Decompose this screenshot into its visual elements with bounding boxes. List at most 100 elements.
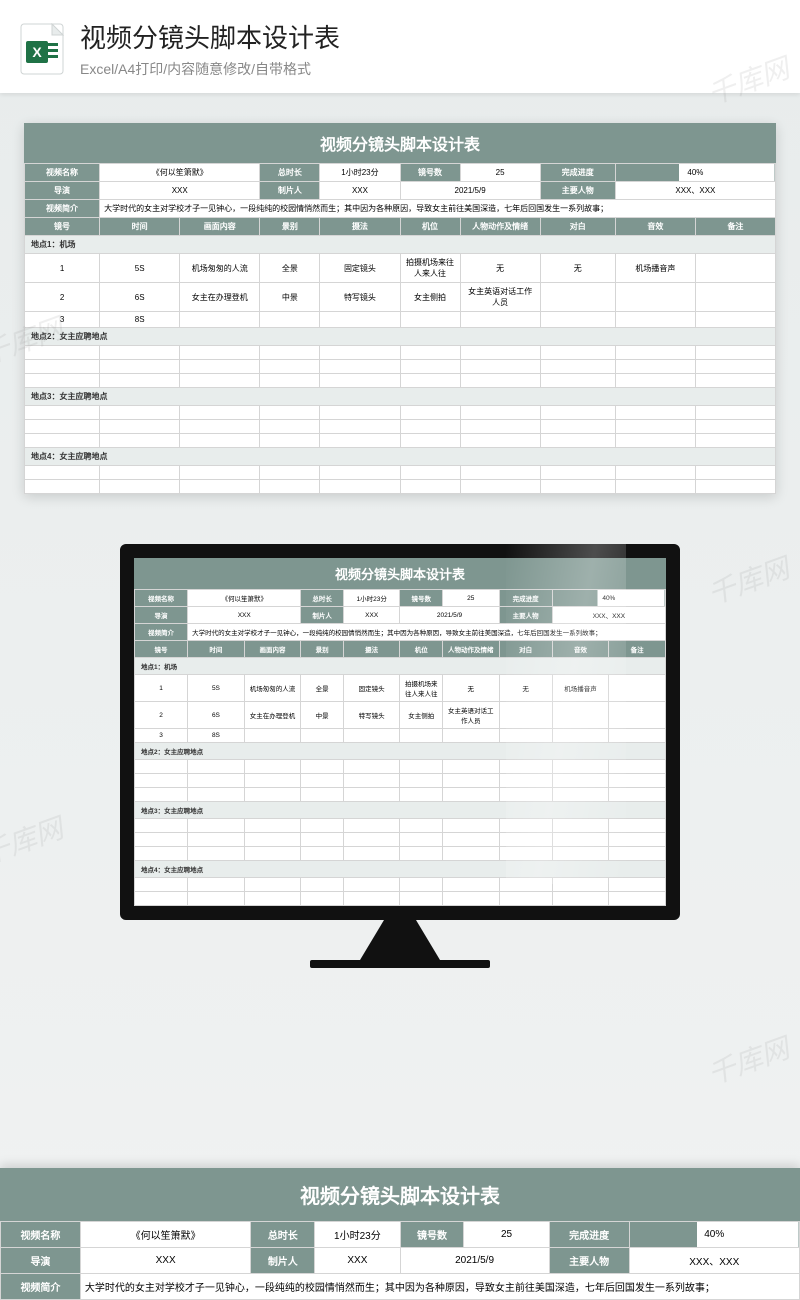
cell	[135, 878, 188, 892]
cell	[615, 374, 695, 388]
cell	[301, 878, 343, 892]
cell: 中景	[260, 283, 320, 312]
value-producer: XXX	[343, 607, 400, 624]
cell	[442, 847, 499, 861]
value-synopsis: 大学时代的女主对学校才子一见钟心，一段纯纯的校园情悄然而生；其中因为各种原因，导…	[188, 624, 666, 641]
cell	[460, 346, 540, 360]
value-duration: 1小时23分	[315, 1222, 400, 1248]
cell	[301, 774, 343, 788]
cell	[260, 480, 320, 494]
value-date: 2021/5/9	[400, 182, 540, 200]
cell	[615, 466, 695, 480]
cell: 机场播音声	[615, 254, 695, 283]
value-progress: 40%	[615, 164, 775, 182]
cell: 女主在办理登机	[180, 283, 260, 312]
page-title: 视频分镜头脚本设计表	[80, 18, 340, 55]
value-video-name: 《何以笙箫默》	[100, 164, 260, 182]
col-header: 对白	[499, 641, 552, 658]
cell: 拍摄机场来往人来人往	[400, 254, 460, 283]
cell	[540, 466, 615, 480]
cell	[260, 434, 320, 448]
cell: 固定镜头	[320, 254, 400, 283]
cell	[540, 312, 615, 328]
cell	[100, 374, 180, 388]
cell	[343, 760, 400, 774]
cell	[400, 847, 442, 861]
cell	[343, 878, 400, 892]
cell: 拍摄机场来往人来人往	[400, 675, 442, 702]
cell	[540, 346, 615, 360]
label-progress: 完成进度	[499, 590, 552, 607]
cell	[499, 819, 552, 833]
cell	[400, 833, 442, 847]
cell	[320, 406, 400, 420]
cell	[499, 760, 552, 774]
col-header: 机位	[400, 641, 442, 658]
cell	[400, 420, 460, 434]
cell	[609, 774, 666, 788]
cell	[400, 878, 442, 892]
cell: 1	[25, 254, 100, 283]
value-synopsis: 大学时代的女主对学校才子一见钟心，一段纯纯的校园情悄然而生；其中因为各种原因，导…	[80, 1274, 799, 1300]
cell	[343, 774, 400, 788]
cell	[188, 760, 245, 774]
value-producer: XXX	[320, 182, 400, 200]
cell	[301, 892, 343, 906]
cell	[320, 374, 400, 388]
cell	[442, 833, 499, 847]
col-header: 摄法	[320, 218, 400, 236]
cell: 无	[540, 254, 615, 283]
cell	[552, 760, 609, 774]
cell	[180, 360, 260, 374]
cell	[609, 702, 666, 729]
cell: 全景	[260, 254, 320, 283]
cell	[25, 346, 100, 360]
cell	[244, 819, 301, 833]
cell	[400, 480, 460, 494]
label-synopsis: 视频简介	[1, 1274, 81, 1300]
cell: 机场匆匆的人流	[180, 254, 260, 283]
cell	[180, 420, 260, 434]
cell	[615, 312, 695, 328]
value-main-char: XXX、XXX	[615, 182, 775, 200]
col-header: 人物动作及情绪	[460, 218, 540, 236]
cell: 5S	[188, 675, 245, 702]
value-director: XXX	[188, 607, 301, 624]
label-director: 导演	[1, 1248, 81, 1274]
cell	[244, 878, 301, 892]
cell	[460, 406, 540, 420]
cell	[244, 833, 301, 847]
cell	[499, 702, 552, 729]
section-label: 地点1：机场	[135, 658, 666, 675]
cell	[400, 434, 460, 448]
cell	[460, 360, 540, 374]
cell	[343, 833, 400, 847]
cell: 8S	[188, 729, 245, 743]
cell	[100, 360, 180, 374]
label-director: 导演	[135, 607, 188, 624]
cell	[188, 892, 245, 906]
cell	[343, 847, 400, 861]
cell: 中景	[301, 702, 343, 729]
cell	[100, 480, 180, 494]
cell: 女主侧拍	[400, 283, 460, 312]
cell	[552, 729, 609, 743]
cell	[460, 312, 540, 328]
cell	[695, 254, 775, 283]
value-main-char: XXX、XXX	[629, 1248, 799, 1274]
value-progress: 40%	[552, 590, 665, 607]
cell	[400, 466, 460, 480]
label-shot-count: 镜号数	[400, 590, 442, 607]
meta-table-bottom: 视频名称 《何以笙箫默》 总时长 1小时23分 镜号数 25 完成进度 40% …	[0, 1221, 800, 1300]
col-header: 画面内容	[180, 218, 260, 236]
cell	[540, 374, 615, 388]
cell	[615, 360, 695, 374]
sheet-preview-monitor: 视频分镜头脚本设计表 视频名称 《何以笙箫默》 总时长 1小时23分 镜号数 2…	[134, 558, 666, 906]
cell	[25, 406, 100, 420]
cell	[301, 833, 343, 847]
cell	[615, 480, 695, 494]
value-date: 2021/5/9	[400, 1248, 549, 1274]
cell	[301, 788, 343, 802]
cell	[499, 788, 552, 802]
label-main-char: 主要人物	[540, 182, 615, 200]
